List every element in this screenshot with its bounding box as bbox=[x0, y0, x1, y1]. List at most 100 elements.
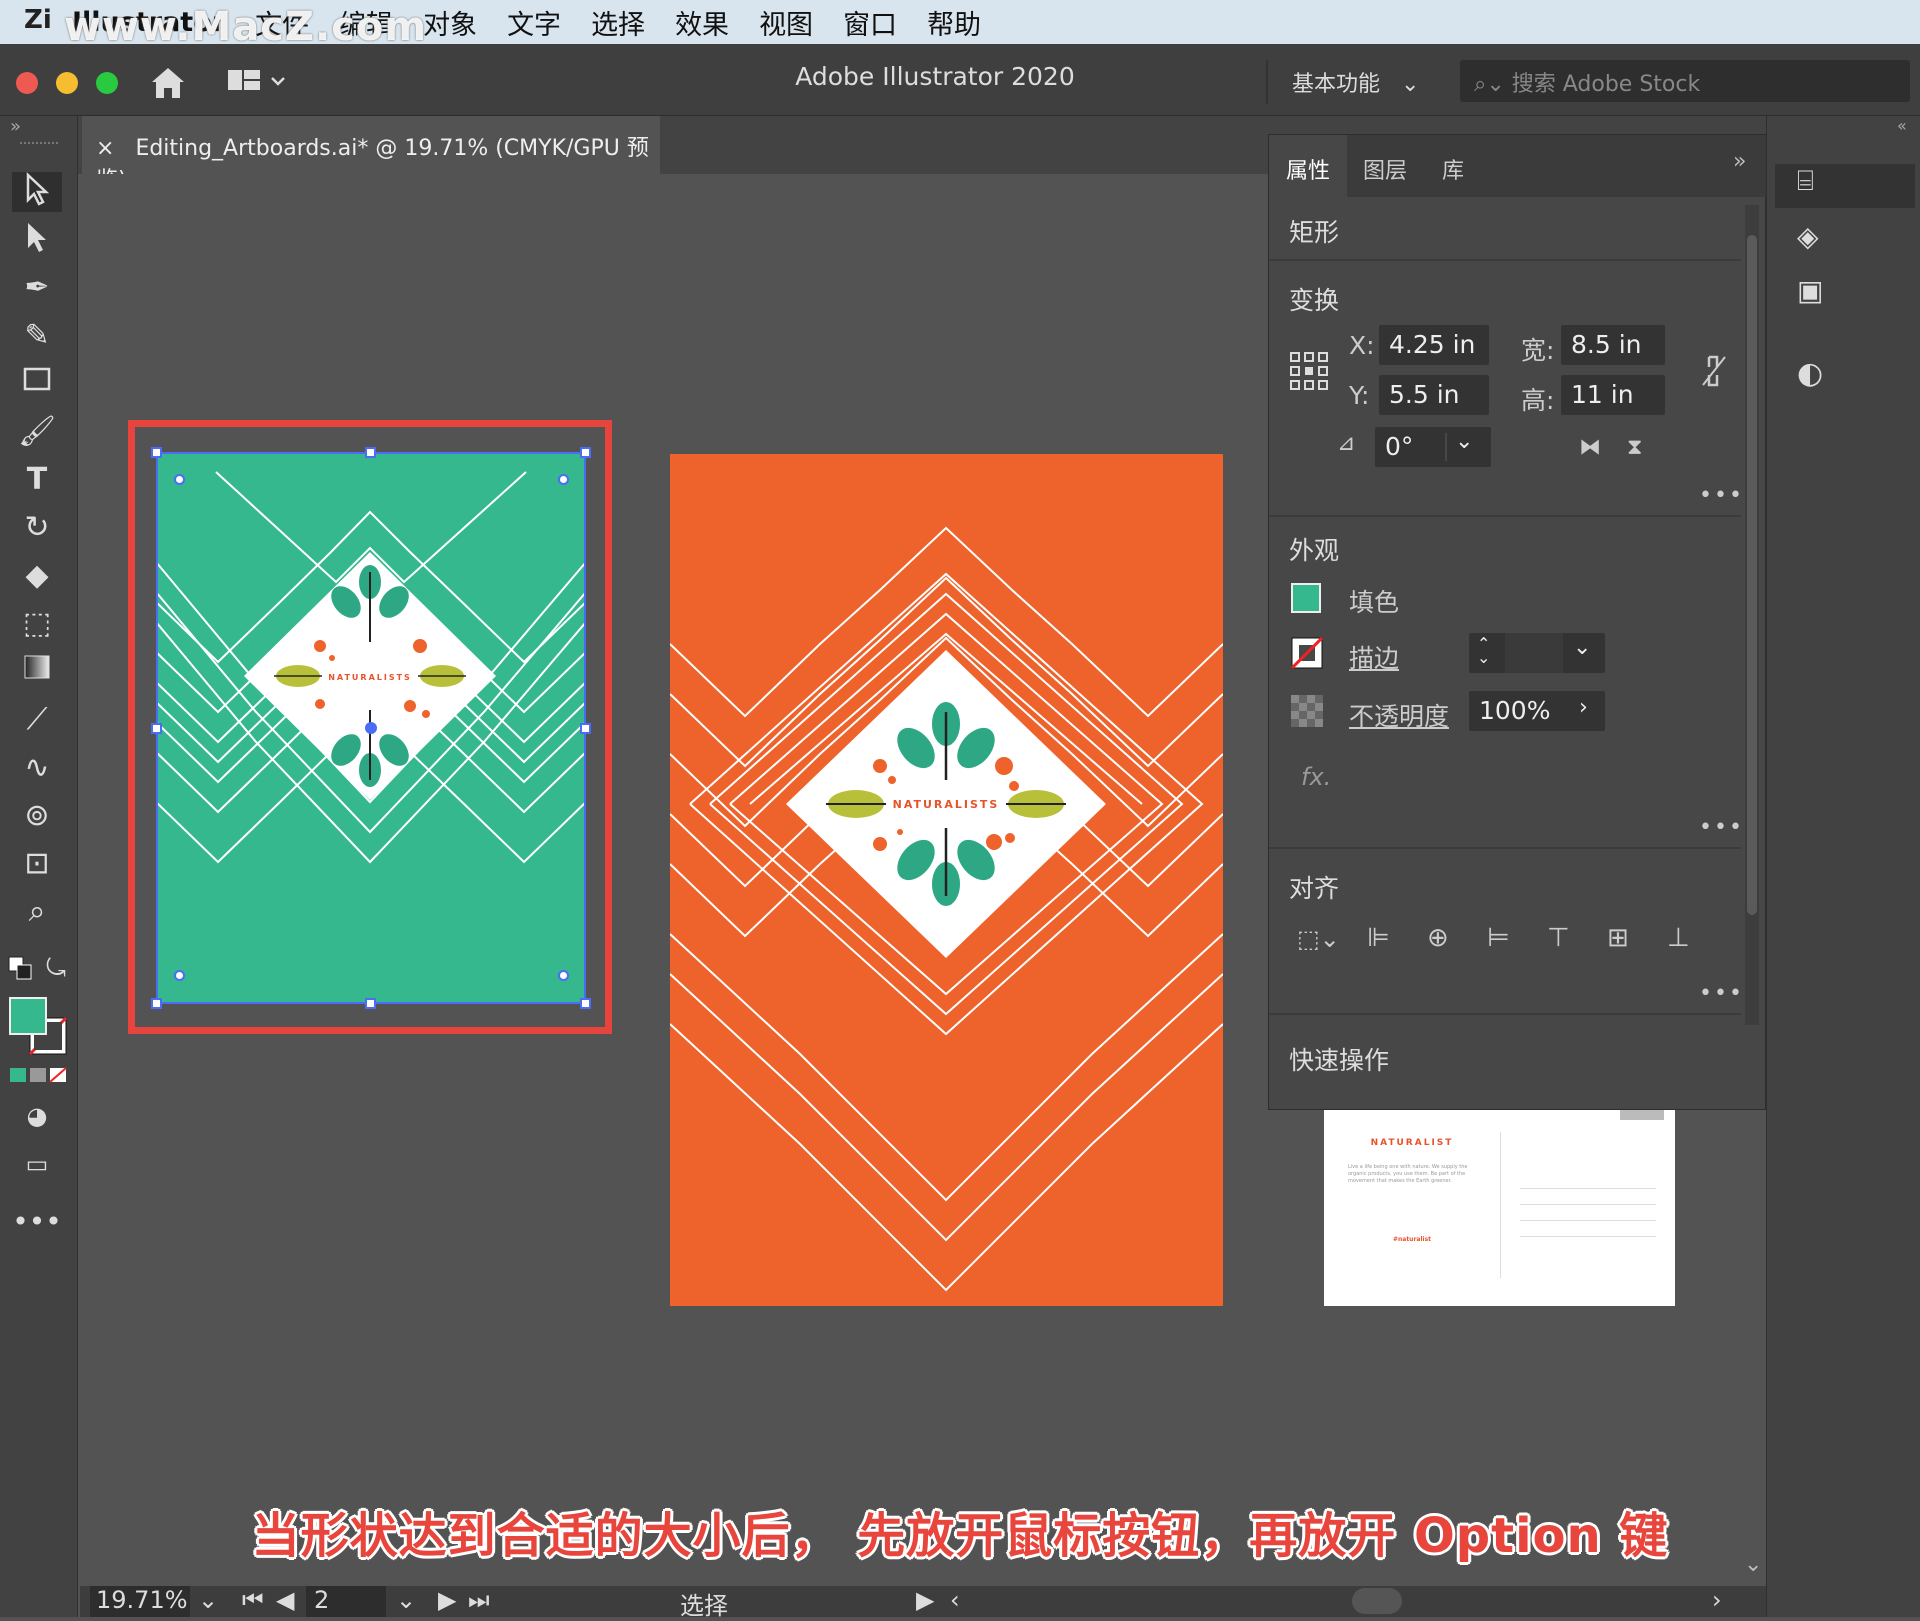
menu-help[interactable]: 帮助 bbox=[927, 3, 981, 42]
align-top-icon[interactable]: ⊤ bbox=[1547, 923, 1570, 953]
selection-tool-icon[interactable] bbox=[12, 172, 62, 212]
opacity-input[interactable]: 100% › bbox=[1469, 691, 1605, 731]
next-artboard-icon[interactable]: ▶ bbox=[438, 1586, 456, 1614]
workspace-switcher[interactable]: 基本功能 ⌄ bbox=[1292, 66, 1419, 98]
corner-widget[interactable] bbox=[174, 970, 185, 981]
panel-menu-icon[interactable]: » bbox=[1733, 149, 1746, 174]
menu-object[interactable]: 对象 bbox=[423, 3, 477, 42]
chevron-down-icon[interactable]: ⌄ bbox=[198, 1586, 218, 1614]
close-window-button[interactable] bbox=[16, 72, 38, 94]
properties-panel-icon[interactable]: ⌸ bbox=[1775, 164, 1915, 208]
fill-swatch[interactable] bbox=[1291, 583, 1321, 613]
resize-handle[interactable] bbox=[580, 447, 591, 458]
opacity-label[interactable]: 不透明度 bbox=[1349, 697, 1449, 733]
default-colors-icon[interactable] bbox=[8, 956, 34, 982]
flip-vertical-icon[interactable]: ⧗ bbox=[1627, 435, 1642, 460]
toolbar-grip[interactable] bbox=[20, 142, 58, 150]
type-tool-icon[interactable]: T bbox=[12, 460, 62, 500]
gradient-tool-icon[interactable] bbox=[12, 652, 62, 692]
blend-tool-icon[interactable]: ∿ bbox=[12, 748, 62, 788]
direct-selection-tool-icon[interactable] bbox=[12, 220, 62, 260]
zoom-tool-icon[interactable]: ⌕ bbox=[12, 892, 62, 932]
more-options-icon[interactable]: ••• bbox=[1699, 981, 1744, 1006]
arrange-documents-icon[interactable] bbox=[226, 66, 288, 96]
height-input[interactable]: 11 in bbox=[1561, 375, 1665, 415]
first-artboard-icon[interactable]: ⏮ bbox=[242, 1586, 264, 1614]
color-mode-icons[interactable] bbox=[10, 1066, 68, 1088]
minimize-window-button[interactable] bbox=[56, 72, 78, 94]
last-artboard-icon[interactable]: ⏭ bbox=[468, 1586, 490, 1614]
stroke-weight-value[interactable] bbox=[1505, 633, 1563, 673]
free-transform-tool-icon[interactable]: ⬚ bbox=[12, 604, 62, 644]
rotate-angle-input[interactable]: 0° ⌄ bbox=[1375, 427, 1491, 467]
more-options-icon[interactable]: ••• bbox=[1699, 483, 1744, 508]
more-options-icon[interactable]: ••• bbox=[1699, 815, 1744, 840]
stroke-weight-input[interactable]: ⌃ ⌄ ⌄ bbox=[1469, 633, 1605, 673]
menu-type[interactable]: 文字 bbox=[507, 3, 561, 42]
collapse-panels-icon[interactable]: « bbox=[1897, 116, 1907, 135]
y-input[interactable]: 5.5 in bbox=[1379, 375, 1489, 415]
rectangle-tool-icon[interactable] bbox=[12, 364, 62, 404]
resize-handle[interactable] bbox=[580, 998, 591, 1009]
chevron-down-icon[interactable]: ⌄ bbox=[1455, 429, 1473, 454]
home-icon[interactable] bbox=[148, 64, 188, 100]
menu-window[interactable]: 窗口 bbox=[843, 3, 897, 42]
horizontal-scrollbar-thumb[interactable] bbox=[1352, 1588, 1402, 1614]
eraser-tool-icon[interactable]: ◆ bbox=[12, 556, 62, 596]
panel-scrollbar[interactable] bbox=[1745, 205, 1759, 1025]
artboard-teal[interactable]: NATURALISTS bbox=[151, 447, 591, 1009]
x-input[interactable]: 4.25 in bbox=[1379, 325, 1489, 365]
stroke-label[interactable]: 描边 bbox=[1349, 639, 1399, 675]
close-tab-icon[interactable]: × bbox=[96, 136, 114, 161]
corner-widget[interactable] bbox=[174, 474, 185, 485]
artboard-orange[interactable]: NATURALISTS bbox=[669, 454, 1224, 1306]
fx-icon[interactable]: fx. bbox=[1301, 763, 1331, 791]
chevron-down-icon[interactable]: ⌄ bbox=[1573, 635, 1591, 660]
status-mode[interactable]: 选择 bbox=[680, 1586, 728, 1621]
align-vertical-center-icon[interactable]: ⊞ bbox=[1607, 923, 1629, 953]
reference-point-icon[interactable] bbox=[1289, 351, 1329, 391]
app-logo-icon[interactable]: Zi bbox=[24, 5, 64, 39]
draw-mode-icon[interactable]: ◕ bbox=[12, 1096, 62, 1136]
align-left-icon[interactable]: ⊫ bbox=[1367, 923, 1390, 953]
eyedropper-tool-icon[interactable]: ⟋ bbox=[12, 700, 62, 740]
shape-builder-tool-icon[interactable]: ⊚ bbox=[12, 796, 62, 836]
curvature-tool-icon[interactable]: ✎ bbox=[12, 316, 62, 356]
scroll-left-icon[interactable]: ‹ bbox=[950, 1586, 960, 1614]
swap-colors-icon[interactable]: ⤿ bbox=[46, 954, 66, 982]
paintbrush-tool-icon[interactable]: 🖌 bbox=[12, 412, 62, 452]
align-to-selection-icon[interactable]: ⬚⌄ bbox=[1297, 925, 1340, 953]
expand-toolbar-icon[interactable]: » bbox=[10, 116, 21, 137]
resize-handle[interactable] bbox=[365, 998, 376, 1009]
status-menu-icon[interactable]: ▶ bbox=[916, 1586, 934, 1614]
menu-effect[interactable]: 效果 bbox=[675, 3, 729, 42]
artboard-tool-icon[interactable]: ⊡ bbox=[12, 844, 62, 884]
edit-toolbar-icon[interactable]: ••• bbox=[12, 1202, 62, 1242]
resize-handle[interactable] bbox=[151, 447, 162, 458]
resize-handle[interactable] bbox=[580, 723, 591, 734]
resize-handle[interactable] bbox=[151, 723, 162, 734]
width-input[interactable]: 8.5 in bbox=[1561, 325, 1665, 365]
align-bottom-icon[interactable]: ⊥ bbox=[1667, 923, 1690, 953]
libraries-panel-icon[interactable]: ▣ bbox=[1797, 274, 1823, 307]
color-panel-icon[interactable]: ◐ bbox=[1797, 356, 1823, 391]
rotate-tool-icon[interactable]: ↻ bbox=[12, 508, 62, 548]
scroll-right-icon[interactable]: › bbox=[1712, 1586, 1722, 1614]
resize-handle[interactable] bbox=[151, 998, 162, 1009]
menu-view[interactable]: 视图 bbox=[759, 3, 813, 42]
document-tab[interactable]: × Editing_Artboards.ai* @ 19.71% (CMYK/G… bbox=[82, 116, 660, 193]
scrollbar-thumb[interactable] bbox=[1747, 235, 1757, 915]
constrain-proportions-icon[interactable] bbox=[1699, 353, 1729, 389]
menu-select[interactable]: 选择 bbox=[591, 3, 645, 42]
screen-mode-icon[interactable]: ▭ bbox=[12, 1144, 62, 1184]
align-horizontal-center-icon[interactable]: ⊕ bbox=[1427, 923, 1449, 953]
tab-layers[interactable]: 图层 bbox=[1349, 135, 1421, 197]
layers-panel-icon[interactable]: ◈ bbox=[1797, 220, 1819, 253]
stepper-icon[interactable]: ⌃ ⌄ bbox=[1477, 636, 1490, 666]
corner-widget[interactable] bbox=[558, 970, 569, 981]
stroke-swatch[interactable] bbox=[1291, 637, 1323, 669]
fill-stroke-swatch[interactable] bbox=[8, 996, 70, 1058]
chevron-down-icon[interactable]: ⌄ bbox=[396, 1586, 416, 1614]
zoom-level-input[interactable]: 19.71% bbox=[90, 1586, 190, 1617]
artboard-number-input[interactable]: 2 bbox=[306, 1586, 386, 1617]
